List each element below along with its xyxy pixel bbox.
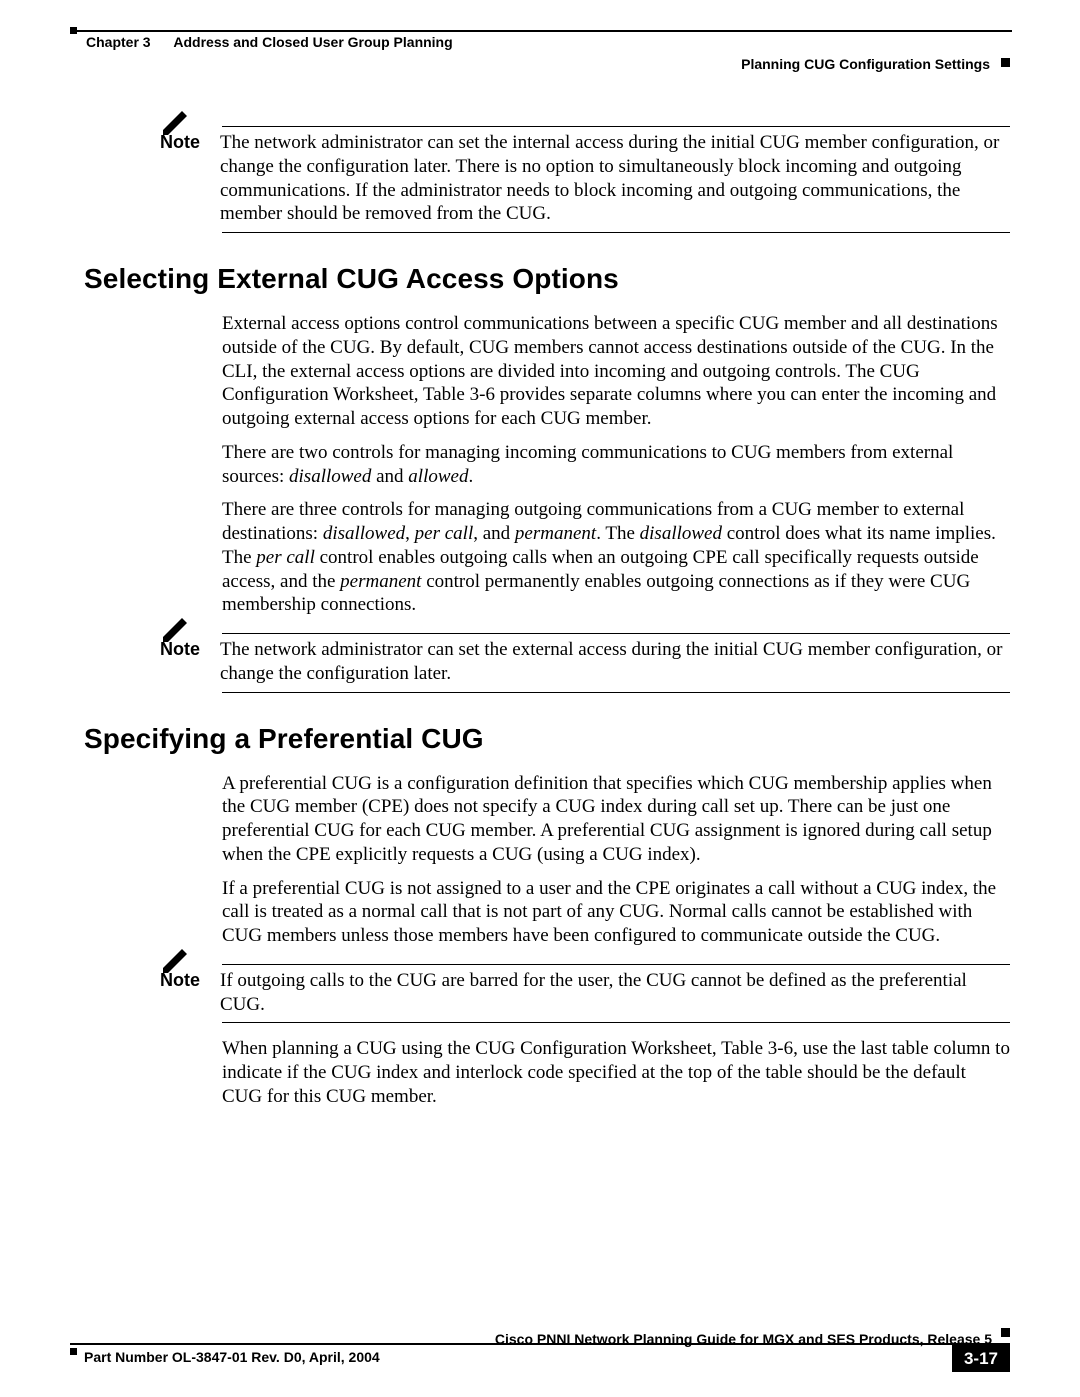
note-block: Note The network administrator can set t…	[160, 126, 1010, 233]
footer-rule	[70, 1343, 1010, 1345]
body-paragraph: When planning a CUG using the CUG Config…	[222, 1037, 1010, 1108]
italic-text: disallowed	[323, 523, 405, 544]
header-rule	[77, 30, 1012, 32]
text: ,	[405, 523, 415, 544]
heading-selecting-external: Selecting External CUG Access Options	[84, 261, 1010, 296]
pencil-icon	[160, 616, 190, 642]
page: Chapter 3 Address and Closed User Group …	[0, 0, 1080, 1397]
footer-marker-left	[70, 1348, 77, 1355]
note-rule-bottom	[222, 692, 1010, 693]
note-block: Note The network administrator can set t…	[160, 633, 1010, 693]
content-area: Note The network administrator can set t…	[160, 110, 1010, 1119]
note-rule-bottom	[222, 1022, 1010, 1023]
italic-text: permanent	[340, 571, 421, 592]
text: . The	[596, 523, 639, 544]
note-block: Note If outgoing calls to the CUG are ba…	[160, 964, 1010, 1024]
text: and	[371, 466, 408, 487]
note-text: The network administrator can set the ex…	[220, 638, 1010, 686]
italic-text: per call	[415, 523, 474, 544]
note-text: The network administrator can set the in…	[220, 131, 1010, 226]
footer-part-number: Part Number OL-3847-01 Rev. D0, April, 2…	[84, 1349, 380, 1367]
footer-doc-title: Cisco PNNI Network Planning Guide for MG…	[495, 1331, 992, 1349]
note-rule-top	[222, 964, 1010, 965]
note-rule-top	[222, 633, 1010, 634]
text: .	[468, 466, 473, 487]
header-section: Planning CUG Configuration Settings	[741, 56, 990, 74]
body-paragraph: There are three controls for managing ou…	[222, 498, 1010, 617]
italic-text: permanent	[515, 523, 596, 544]
footer: Cisco PNNI Network Planning Guide for MG…	[70, 1343, 1010, 1389]
header-chapter: Chapter 3 Address and Closed User Group …	[86, 34, 453, 52]
header-marker-left	[70, 27, 77, 34]
page-number: 3-17	[952, 1345, 1010, 1372]
italic-text: per call	[256, 547, 315, 568]
note-text: If outgoing calls to the CUG are barred …	[220, 969, 1010, 1017]
italic-text: disallowed	[640, 523, 722, 544]
pencil-icon	[160, 947, 190, 973]
footer-marker-right	[1001, 1328, 1010, 1337]
body-paragraph: If a preferential CUG is not assigned to…	[222, 877, 1010, 948]
body-paragraph: External access options control communic…	[222, 312, 1010, 431]
body-paragraph: There are two controls for managing inco…	[222, 441, 1010, 489]
heading-specifying-preferential: Specifying a Preferential CUG	[84, 721, 1010, 756]
pencil-icon	[160, 109, 190, 135]
note-rule-top	[222, 126, 1010, 127]
italic-text: disallowed	[289, 466, 371, 487]
note-rule-bottom	[222, 232, 1010, 233]
text: , and	[473, 523, 515, 544]
header-marker-right	[1001, 58, 1010, 67]
body-paragraph: A preferential CUG is a configuration de…	[222, 772, 1010, 867]
italic-text: allowed	[408, 466, 468, 487]
